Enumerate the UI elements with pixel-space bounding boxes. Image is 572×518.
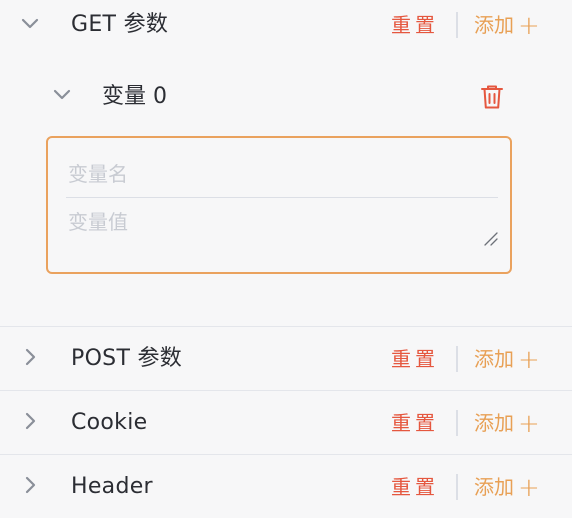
trash-icon[interactable] [480, 84, 504, 110]
post-add-button[interactable]: 添加 + [474, 344, 540, 375]
header-reset-button[interactable]: 重置 [391, 472, 439, 502]
header-add-label: 添加 [474, 475, 514, 499]
divider [456, 12, 458, 38]
chevron-right-icon[interactable] [20, 475, 40, 495]
variable-name-input[interactable] [66, 154, 498, 198]
divider [456, 410, 458, 436]
plus-icon: + [518, 473, 540, 503]
section-get-title: GET 参数 [71, 12, 169, 37]
section-header-header[interactable]: Header 重置 添加 + [0, 455, 572, 518]
section-post-title: POST 参数 [71, 346, 183, 371]
section-cookie-title: Cookie [71, 410, 148, 435]
post-reset-button[interactable]: 重置 [391, 344, 439, 374]
section-cookie-header[interactable]: Cookie 重置 添加 + [0, 391, 572, 455]
chevron-right-icon[interactable] [20, 411, 40, 431]
get-reset-button[interactable]: 重置 [391, 10, 439, 40]
get-add-label: 添加 [474, 13, 514, 37]
variable-value-input[interactable] [66, 202, 498, 252]
plus-icon: + [518, 345, 540, 375]
plus-icon: + [518, 11, 540, 41]
plus-icon: + [518, 409, 540, 439]
variable-0-header[interactable]: 变量 0 [0, 78, 572, 118]
section-get-header[interactable]: GET 参数 重置 添加 + [0, 0, 572, 64]
divider [456, 474, 458, 500]
resize-handle-icon[interactable] [482, 230, 498, 246]
post-add-label: 添加 [474, 347, 514, 371]
get-add-button[interactable]: 添加 + [474, 10, 540, 41]
chevron-down-icon[interactable] [52, 85, 72, 105]
cookie-add-label: 添加 [474, 411, 514, 435]
variable-0-title: 变量 0 [102, 84, 167, 109]
header-add-button[interactable]: 添加 + [474, 472, 540, 503]
section-post-header[interactable]: POST 参数 重置 添加 + [0, 327, 572, 391]
cookie-reset-button[interactable]: 重置 [391, 408, 439, 438]
divider [456, 346, 458, 372]
params-panel: GET 参数 重置 添加 + 变量 0 变量名 变量值 POST 参数 重置 添… [0, 0, 572, 518]
chevron-down-icon[interactable] [20, 14, 40, 34]
section-header-title: Header [71, 474, 153, 499]
chevron-right-icon[interactable] [20, 347, 40, 367]
cookie-add-button[interactable]: 添加 + [474, 408, 540, 439]
variable-0-editor [46, 136, 512, 274]
